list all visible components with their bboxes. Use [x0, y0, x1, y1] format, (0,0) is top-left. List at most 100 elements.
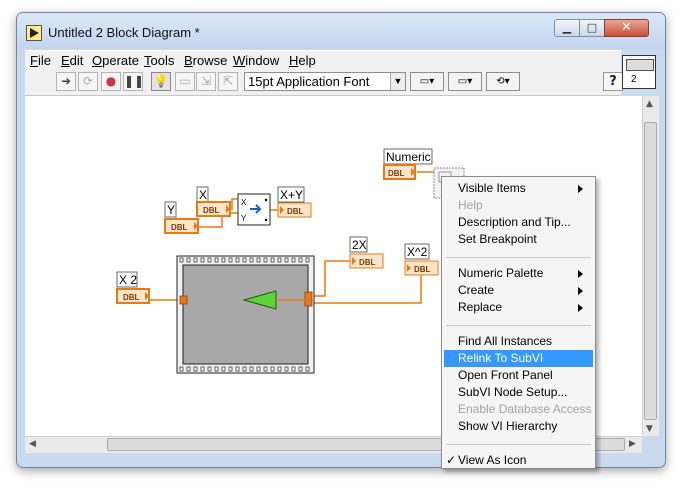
submenu-arrow-icon [578, 304, 583, 312]
ctx-set-breakpoint[interactable]: Set Breakpoint [444, 231, 593, 248]
x2-control-terminal[interactable]: DBL [116, 288, 150, 304]
ctx-open-front-panel[interactable]: Open Front Panel [444, 367, 593, 384]
x2-label: X 2 [119, 273, 137, 287]
vertical-scroll-thumb[interactable] [644, 122, 657, 420]
run-arrow-icon: ➜ [60, 74, 72, 88]
ctx-enable-database-access: Enable Database Access [458, 402, 592, 416]
wire-tunnel-to-xsq [310, 267, 422, 304]
wire-tunnel-to-2x [310, 260, 350, 297]
ctx-separator [446, 257, 591, 258]
ctx-subvi-node-setup[interactable]: SubVI Node Setup... [444, 384, 593, 401]
menu-browse[interactable]: Browse [184, 53, 227, 68]
retain-wire-values-button[interactable]: ▭ [175, 72, 195, 91]
vertical-scrollbar[interactable]: ▲ ▼ [642, 96, 659, 436]
reorder-icon: ⟲▾ [496, 76, 510, 87]
close-button[interactable]: ✕ [604, 19, 649, 37]
subvi-node[interactable]: X Y [237, 193, 271, 226]
maximize-button[interactable]: □ [579, 19, 605, 37]
run-continuously-button[interactable]: ⟳ [78, 72, 98, 91]
for-loop[interactable] [176, 255, 315, 374]
abort-button[interactable]: ● [101, 72, 121, 91]
menu-help[interactable]: Help [289, 53, 316, 68]
submenu-arrow-icon [578, 287, 583, 295]
abort-icon: ● [105, 74, 117, 88]
run-button[interactable]: ➜ [56, 72, 76, 91]
distribute-objects-icon: ▭▾ [457, 76, 473, 87]
highlight-execution-button[interactable]: 💡 [151, 72, 171, 91]
lightbulb-icon: 💡 [153, 74, 169, 88]
x-squared-terminal-type: DBL [414, 265, 431, 274]
submenu-arrow-icon [578, 270, 583, 278]
x-plus-y-label: X+Y [280, 188, 303, 202]
ctx-separator [446, 325, 591, 326]
distribute-objects-button[interactable]: ▭▾ [448, 72, 482, 91]
menu-file[interactable]: File [30, 53, 51, 68]
step-into-button[interactable]: ⇲ [196, 72, 216, 91]
menu-tools[interactable]: Tools [144, 53, 174, 68]
x-squared-label: X^2 [407, 245, 428, 259]
context-help-button[interactable]: ? [603, 72, 623, 91]
context-menu: Visible Items Help Description and Tip..… [441, 176, 596, 469]
y-terminal-type: DBL [171, 223, 188, 232]
ctx-replace[interactable]: Replace [444, 299, 593, 316]
vi-icon-number: 2 [631, 74, 637, 85]
subvi-y-terminal: Y [241, 214, 247, 223]
x-squared-indicator-terminal[interactable]: DBL [404, 260, 439, 276]
run-continuously-icon: ⟳ [82, 74, 94, 88]
ctx-visible-items[interactable]: Visible Items [444, 180, 593, 197]
ctx-description-and-tip[interactable]: Description and Tip... [444, 214, 593, 231]
x-terminal-type: DBL [203, 206, 220, 215]
chevron-down-icon: ▼ [390, 73, 405, 90]
menu-window[interactable]: Window [233, 53, 279, 68]
two-x-label: 2X [352, 238, 367, 252]
ctx-show-vi-hierarchy[interactable]: Show VI Hierarchy [444, 418, 593, 435]
submenu-arrow-icon [578, 185, 583, 193]
pause-button[interactable]: ❚❚ [123, 72, 145, 91]
x-plus-y-indicator-terminal[interactable]: DBL [277, 202, 312, 218]
ctx-find-all-instances[interactable]: Find All Instances [444, 333, 593, 350]
ctx-create[interactable]: Create [444, 282, 593, 299]
checkmark-icon: ✓ [446, 453, 457, 467]
title-bar: Untitled 2 Block Diagram * ▁ □ ✕ [17, 13, 665, 49]
align-objects-icon: ▭▾ [419, 76, 435, 87]
x-control-terminal[interactable]: DBL [196, 201, 231, 217]
y-control-terminal[interactable]: DBL [164, 218, 199, 234]
ctx-view-as-icon[interactable]: ✓ View As Icon [444, 452, 593, 469]
reorder-button[interactable]: ⟲▾ [486, 72, 520, 91]
scroll-right-icon[interactable]: ▶ [629, 439, 636, 449]
toolbar: ➜ ⟳ ● ❚❚ 💡 ▭ ⇲ ⇱ 15pt Application Font ▼ … [25, 70, 623, 96]
menu-bar: File Edit Operate Tools Browse Window He… [25, 50, 621, 70]
window-title: Untitled 2 Block Diagram * [48, 25, 200, 40]
output-tunnel[interactable] [304, 291, 313, 307]
step-over-button[interactable]: ⇱ [218, 72, 238, 91]
vi-icon[interactable]: 2 [622, 55, 656, 89]
step-over-icon: ⇱ [222, 74, 234, 88]
ctx-relink-to-subvi[interactable]: Relink To SubVI [444, 350, 593, 367]
font-dropdown[interactable]: 15pt Application Font ▼ [244, 72, 406, 91]
numeric-control-terminal[interactable]: DBL [383, 164, 416, 180]
y-label: Y [167, 203, 175, 217]
x2-terminal-type: DBL [123, 293, 140, 302]
scroll-down-icon[interactable]: ▼ [646, 424, 653, 434]
menu-edit[interactable]: Edit [61, 53, 83, 68]
two-x-terminal-type: DBL [359, 258, 376, 267]
ctx-numeric-palette[interactable]: Numeric Palette [444, 265, 593, 282]
step-into-icon: ⇲ [200, 74, 212, 88]
menu-operate[interactable]: Operate [92, 53, 139, 68]
scroll-left-icon[interactable]: ◀ [29, 439, 36, 449]
ctx-separator [446, 444, 591, 445]
numeric-terminal-type: DBL [388, 169, 405, 178]
scroll-up-icon[interactable]: ▲ [646, 99, 653, 109]
ctx-help: Help [458, 198, 483, 212]
two-x-indicator-terminal[interactable]: DBL [349, 253, 384, 269]
vi-connector-icon [626, 59, 654, 71]
x-plus-y-terminal-type: DBL [287, 207, 304, 216]
labview-app-icon [26, 25, 42, 41]
retain-wire-icon: ▭ [179, 74, 191, 88]
wire-x-to-subvi [231, 198, 238, 210]
subvi-x-terminal: X [241, 198, 247, 207]
pause-icon: ❚❚ [124, 74, 145, 88]
input-tunnel[interactable] [179, 295, 188, 305]
minimize-button[interactable]: ▁ [554, 19, 580, 37]
align-objects-button[interactable]: ▭▾ [410, 72, 444, 91]
